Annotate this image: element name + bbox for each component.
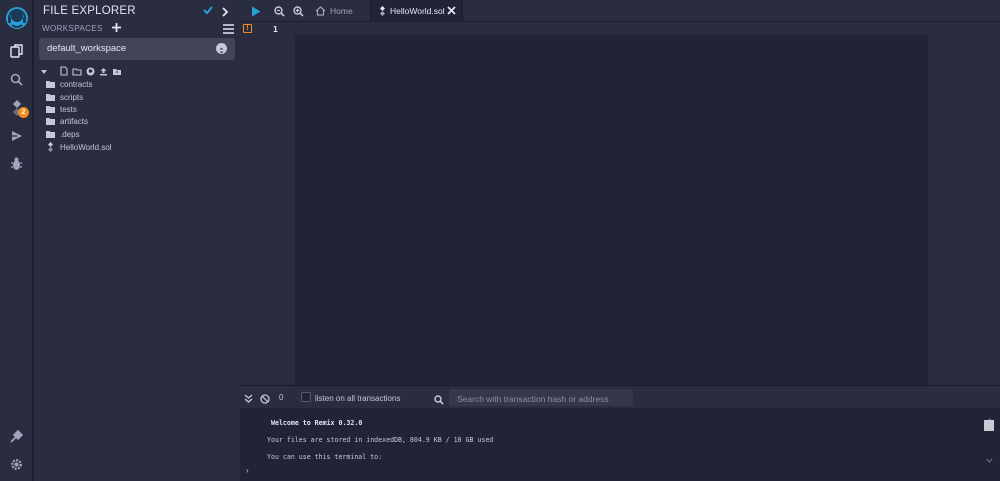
folder-icon — [46, 94, 55, 101]
terminal-line: Your files are stored in indexedDB, 804.… — [267, 436, 494, 444]
solidity-file-icon — [380, 6, 385, 16]
terminal-output[interactable]: Welcome to Remix 0.32.0 Your files are s… — [240, 408, 1000, 481]
tab-home-label: Home — [330, 6, 353, 16]
editor-gutter: ! 1 — [240, 22, 295, 385]
compiler-badge: 2 — [18, 107, 29, 118]
settings-icon[interactable] — [0, 451, 33, 477]
editor-minimap[interactable] — [928, 22, 1000, 385]
workspace-select-value: default_workspace — [47, 43, 127, 54]
tab-active-label: HelloWorld.sol — [390, 6, 445, 16]
zoom-out-icon[interactable] — [272, 4, 286, 18]
solidity-file-icon — [48, 142, 53, 152]
file-tree-toolbar — [40, 66, 122, 78]
editor-tabs: Home HelloWorld.sol — [240, 0, 1000, 22]
workspaces-label: WORKSPACES — [42, 24, 103, 33]
code-editor[interactable]: ! 1 — [240, 22, 1000, 385]
close-icon[interactable] — [447, 6, 456, 17]
remix-ide: 2 FILE EXPLORER WORKSPACES default_works… — [0, 0, 1000, 481]
terminal-line: You can use this terminal to: — [267, 453, 383, 461]
home-icon — [315, 6, 326, 16]
file-tree-item-label: artifacts — [60, 116, 89, 126]
icon-panel: 2 — [0, 0, 33, 481]
folder-icon — [46, 118, 55, 125]
line-number: 1 — [273, 25, 278, 34]
tab-home[interactable]: Home — [315, 0, 353, 22]
listen-checkbox[interactable] — [301, 392, 311, 402]
workspace-menu-icon[interactable] — [223, 21, 234, 39]
terminal-line: Welcome to Remix 0.32.0 — [271, 419, 363, 427]
file-explorer-icon[interactable] — [0, 38, 33, 64]
listen-label: listen on all transactions — [315, 394, 401, 403]
file-tree-item[interactable]: .deps — [46, 128, 80, 140]
upload-icon[interactable] — [99, 63, 108, 81]
main-panel: Home HelloWorld.sol ! 1 0 listen on all … — [240, 0, 1000, 481]
terminal-scrollbar-thumb[interactable] — [984, 420, 994, 431]
folder-icon — [46, 106, 55, 113]
deploy-run-icon[interactable] — [0, 123, 33, 149]
remix-logo-icon[interactable] — [0, 4, 33, 32]
folder-upload-icon[interactable] — [112, 63, 122, 81]
plugin-manager-icon[interactable] — [0, 423, 33, 449]
file-tree-item-label: tests — [60, 104, 77, 114]
zoom-in-icon[interactable] — [291, 4, 305, 18]
terminal-toolbar: 0 listen on all transactions — [240, 385, 1000, 408]
file-tree-item[interactable]: contracts — [46, 78, 92, 90]
folder-icon — [46, 81, 55, 88]
file-tree-item-label: scripts — [60, 92, 84, 102]
debugger-icon[interactable] — [0, 151, 33, 177]
folder-icon — [46, 131, 55, 138]
collapse-terminal-icon[interactable] — [244, 391, 253, 409]
tx-search-input[interactable] — [449, 390, 633, 408]
add-workspace-icon[interactable] — [111, 20, 122, 38]
scroll-down-icon[interactable] — [986, 450, 993, 468]
workspace-select[interactable]: default_workspace — [39, 38, 235, 60]
check-icon — [202, 3, 214, 21]
panel-title: FILE EXPLORER — [43, 5, 136, 17]
terminal-prompt[interactable]: › — [246, 466, 249, 475]
search-icon[interactable] — [0, 66, 33, 92]
file-tree-item-label: .deps — [60, 129, 80, 139]
select-arrows-icon — [216, 43, 227, 54]
file-explorer-panel: FILE EXPLORER WORKSPACES default_workspa… — [34, 0, 240, 481]
clear-terminal-icon[interactable] — [260, 391, 270, 409]
code-area[interactable] — [295, 35, 928, 385]
file-tree-item-label: HelloWorld.sol — [60, 142, 112, 152]
file-tree-item[interactable]: tests — [46, 103, 77, 115]
chevron-right-icon[interactable] — [221, 4, 229, 22]
file-tree-item[interactable]: artifacts — [46, 115, 88, 127]
run-script-icon[interactable] — [249, 4, 263, 18]
warning-icon[interactable]: ! — [243, 24, 252, 33]
file-tree-item-label: contracts — [60, 79, 93, 89]
tab-helloworld[interactable]: HelloWorld.sol — [370, 0, 463, 22]
solidity-compiler-icon[interactable]: 2 — [0, 95, 33, 121]
file-tree-item[interactable]: scripts — [46, 91, 83, 103]
file-tree-item[interactable]: HelloWorld.sol — [46, 141, 111, 153]
pending-tx-count: 0 — [279, 393, 284, 402]
tx-search-field[interactable] — [449, 389, 633, 408]
